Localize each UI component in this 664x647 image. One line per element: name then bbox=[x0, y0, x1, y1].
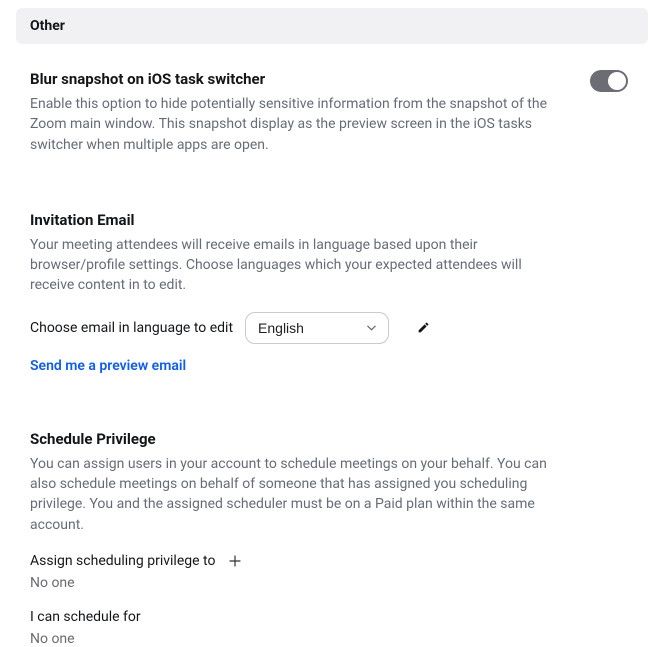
edit-icon[interactable] bbox=[417, 321, 430, 334]
send-preview-link[interactable]: Send me a preview email bbox=[30, 358, 186, 374]
invitation-email-title: Invitation Email bbox=[30, 211, 628, 229]
choose-language-label: Choose email in language to edit bbox=[30, 320, 233, 336]
can-schedule-value: No one bbox=[30, 631, 628, 647]
assign-privilege-value: No one bbox=[30, 575, 628, 591]
section-header-title: Other bbox=[30, 18, 634, 34]
can-schedule-label: I can schedule for bbox=[30, 609, 628, 625]
setting-invitation-email: Invitation Email Your meeting attendees … bbox=[30, 155, 648, 374]
blur-snapshot-toggle[interactable] bbox=[590, 70, 628, 92]
schedule-privilege-desc: You can assign users in your account to … bbox=[30, 454, 550, 535]
blur-snapshot-title: Blur snapshot on iOS task switcher bbox=[30, 70, 550, 88]
schedule-privilege-title: Schedule Privilege bbox=[30, 430, 628, 448]
assign-privilege-label: Assign scheduling privilege to bbox=[30, 553, 215, 569]
plus-icon[interactable] bbox=[229, 555, 241, 567]
setting-schedule-privilege: Schedule Privilege You can assign users … bbox=[30, 374, 648, 647]
setting-blur-snapshot: Blur snapshot on iOS task switcher Enabl… bbox=[30, 44, 648, 155]
language-select[interactable]: English bbox=[245, 312, 389, 344]
blur-snapshot-desc: Enable this option to hide potentially s… bbox=[30, 94, 550, 155]
invitation-email-desc: Your meeting attendees will receive emai… bbox=[30, 235, 550, 296]
section-header: Other bbox=[16, 8, 648, 44]
